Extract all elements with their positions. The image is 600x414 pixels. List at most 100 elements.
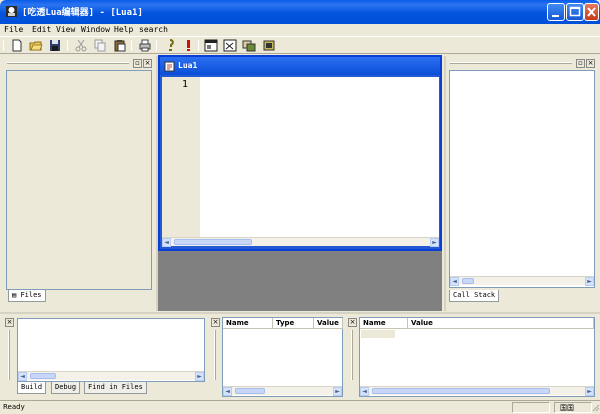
code-editor[interactable] bbox=[200, 77, 439, 237]
panel-close-button[interactable]: × bbox=[5, 318, 14, 327]
status-pane bbox=[512, 402, 550, 413]
scroll-right-icon[interactable]: ► bbox=[430, 238, 439, 247]
column-header[interactable]: Value bbox=[314, 318, 343, 329]
copy-icon[interactable] bbox=[93, 39, 107, 52]
watch-panel: × Name Type Value ◄ ► bbox=[209, 315, 344, 398]
settings-icon[interactable] bbox=[262, 39, 276, 52]
tab-find-in-files[interactable]: Find in Files bbox=[84, 382, 147, 394]
files-tree[interactable] bbox=[6, 70, 152, 290]
line-number-gutter bbox=[162, 77, 200, 237]
status-text: Ready bbox=[3, 403, 25, 411]
tab-find-in-files-label: Find in Files bbox=[88, 383, 143, 391]
column-header[interactable]: Name bbox=[223, 318, 273, 329]
locals-panel: × Name Value ◄ ► bbox=[346, 315, 597, 398]
panel-restore-button[interactable]: ▫ bbox=[576, 59, 585, 68]
output-panel: × ◄ ► Build Debug Find in Files bbox=[3, 315, 206, 398]
minimize-button[interactable] bbox=[547, 3, 565, 21]
scroll-thumb[interactable] bbox=[462, 278, 474, 284]
list-item[interactable] bbox=[361, 330, 395, 338]
column-header[interactable]: Value bbox=[408, 318, 594, 329]
panel-close-button[interactable]: × bbox=[586, 59, 595, 68]
menu-search[interactable]: search bbox=[139, 24, 168, 36]
new-file-icon[interactable] bbox=[10, 39, 24, 52]
toolbar-grip bbox=[3, 40, 4, 51]
app-icon bbox=[6, 6, 17, 17]
scroll-thumb[interactable] bbox=[30, 373, 56, 379]
watch-horizontal-scrollbar[interactable]: ◄ ► bbox=[223, 386, 342, 396]
toolbar-separator bbox=[156, 40, 157, 51]
menu-view[interactable]: View bbox=[56, 24, 75, 36]
menu-file[interactable]: File bbox=[4, 24, 23, 36]
scroll-thumb[interactable] bbox=[174, 239, 252, 245]
minimize-icon bbox=[552, 15, 559, 17]
scroll-right-icon[interactable]: ► bbox=[585, 277, 594, 286]
panel-grip[interactable] bbox=[450, 62, 572, 64]
panel-grip[interactable] bbox=[8, 330, 10, 380]
panel-grip[interactable] bbox=[214, 330, 216, 380]
scroll-right-icon[interactable]: ► bbox=[585, 387, 594, 396]
save-icon[interactable] bbox=[48, 39, 62, 52]
panel-close-button[interactable]: × bbox=[348, 318, 357, 327]
status-pane: 国国 bbox=[554, 402, 592, 413]
scroll-right-icon[interactable]: ► bbox=[195, 372, 204, 381]
call-stack-horizontal-scrollbar[interactable]: ◄ ► bbox=[450, 276, 594, 286]
menu-help[interactable]: Help bbox=[114, 24, 133, 36]
locals-list[interactable]: Name Value ◄ ► bbox=[359, 317, 595, 397]
maximize-button[interactable] bbox=[566, 3, 584, 21]
cut-icon[interactable] bbox=[74, 39, 88, 52]
status-bar: Ready 国国 bbox=[0, 400, 600, 414]
output-horizontal-scrollbar[interactable]: ◄ ► bbox=[18, 371, 204, 381]
editor-title: Lua1 bbox=[178, 61, 198, 70]
tab-debug[interactable]: Debug bbox=[51, 382, 81, 394]
scroll-left-icon[interactable]: ◄ bbox=[18, 372, 27, 381]
watch-list[interactable]: Name Type Value ◄ ► bbox=[222, 317, 343, 397]
status-indicator: 国国 bbox=[560, 404, 574, 412]
scroll-thumb[interactable] bbox=[372, 388, 550, 394]
locals-horizontal-scrollbar[interactable]: ◄ ► bbox=[360, 386, 594, 396]
panel-restore-button[interactable]: ▫ bbox=[133, 59, 142, 68]
window-icon[interactable] bbox=[204, 39, 218, 52]
tab-call-stack[interactable]: Call Stack bbox=[449, 290, 500, 302]
menu-bar: File Edit View Window Help search bbox=[0, 24, 600, 36]
splitter[interactable] bbox=[0, 312, 600, 314]
toolbar-separator bbox=[67, 40, 68, 51]
panel-close-button[interactable]: × bbox=[211, 318, 220, 327]
line-number: 1 bbox=[182, 79, 189, 90]
scroll-left-icon[interactable]: ◄ bbox=[450, 277, 459, 286]
scroll-left-icon[interactable]: ◄ bbox=[360, 387, 369, 396]
column-header[interactable]: Type bbox=[273, 318, 314, 329]
panel-grip[interactable] bbox=[7, 62, 129, 64]
tab-call-stack-label: Call Stack bbox=[453, 291, 496, 299]
run-icon[interactable] bbox=[181, 39, 195, 52]
menu-edit[interactable]: Edit bbox=[32, 24, 51, 36]
menu-window[interactable]: Window bbox=[81, 24, 110, 36]
panel-close-button[interactable]: × bbox=[143, 59, 152, 68]
tab-build[interactable]: Build bbox=[17, 382, 47, 394]
toolbar bbox=[0, 36, 600, 54]
tab-debug-label: Debug bbox=[55, 383, 77, 391]
print-icon[interactable] bbox=[138, 39, 152, 52]
scroll-left-icon[interactable]: ◄ bbox=[162, 238, 171, 247]
console-icon[interactable] bbox=[223, 39, 237, 52]
panel-grip[interactable] bbox=[351, 330, 353, 380]
close-icon bbox=[587, 7, 596, 17]
toolbar-separator bbox=[198, 40, 199, 51]
scroll-thumb[interactable] bbox=[235, 388, 265, 394]
tab-files-label: Files bbox=[20, 291, 42, 299]
resize-grip-icon[interactable] bbox=[592, 404, 600, 413]
editor-title-bar[interactable]: Lua1 bbox=[160, 57, 440, 75]
close-button[interactable] bbox=[584, 3, 599, 21]
scroll-right-icon[interactable]: ► bbox=[333, 387, 342, 396]
files-panel: ▫ × ▤ Files bbox=[3, 56, 154, 308]
tools-icon[interactable] bbox=[242, 39, 256, 52]
compile-icon[interactable] bbox=[163, 39, 177, 52]
call-stack-panel: ▫ × ◄ ► Call Stack bbox=[446, 56, 597, 308]
open-folder-icon[interactable] bbox=[29, 39, 43, 52]
editor-window: Lua1 1 ◄ ► bbox=[158, 55, 442, 251]
editor-horizontal-scrollbar[interactable]: ◄ ► bbox=[162, 237, 439, 247]
tab-files[interactable]: ▤ Files bbox=[8, 290, 46, 302]
scroll-left-icon[interactable]: ◄ bbox=[223, 387, 232, 396]
paste-icon[interactable] bbox=[113, 39, 127, 52]
column-header[interactable]: Name bbox=[360, 318, 408, 329]
call-stack-list[interactable] bbox=[449, 70, 595, 288]
